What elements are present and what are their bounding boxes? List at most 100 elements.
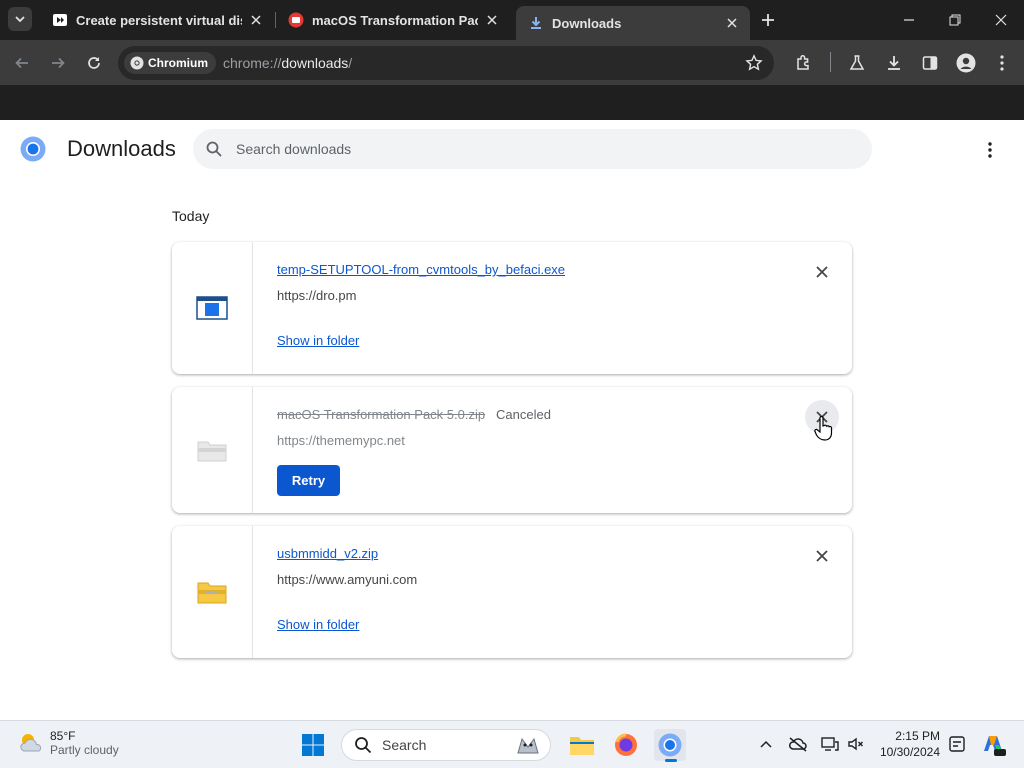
retry-button[interactable]: Retry	[277, 465, 340, 496]
show-hidden-icons-button[interactable]	[755, 733, 777, 755]
network-tray-icon[interactable]	[819, 733, 841, 755]
download-icon	[888, 56, 900, 70]
side-panel-icon	[922, 56, 938, 70]
url-path: /	[348, 55, 353, 71]
site-icon	[288, 12, 304, 28]
browser-menu-button[interactable]	[991, 52, 1013, 74]
weather-desc: Partly cloudy	[50, 743, 119, 757]
taskbar-search[interactable]: Search	[341, 729, 551, 761]
minimize-button[interactable]	[897, 8, 921, 32]
plus-icon	[762, 14, 774, 26]
date-section-label: Today	[172, 208, 210, 224]
close-tab-icon[interactable]	[484, 12, 500, 28]
download-filename: macOS Transformation Pack 5.0.zip	[277, 407, 486, 422]
windows-taskbar: 85°F Partly cloudy Search 2:15 PM 10/30/…	[0, 720, 1024, 768]
zip-folder-icon	[197, 582, 227, 604]
downloads-page: Downloads Today temp-SETUPTOOL-from_cvmt…	[0, 120, 1024, 720]
back-button[interactable]	[11, 52, 33, 74]
download-filename-link[interactable]: usbmmidd_v2.zip	[277, 546, 378, 561]
reload-icon	[88, 57, 100, 69]
search-input[interactable]	[236, 141, 836, 157]
search-box[interactable]	[193, 129, 872, 169]
file-icon-column	[172, 387, 253, 513]
show-in-folder-link[interactable]: Show in folder	[277, 617, 359, 632]
download-filename-link[interactable]: temp-SETUPTOOL-from_cvmtools_by_befaci.e…	[277, 262, 565, 277]
page-menu-button[interactable]	[978, 138, 1002, 162]
remove-download-button[interactable]	[805, 255, 839, 289]
copilot-icon[interactable]	[980, 731, 1006, 757]
taskbar-search-label: Search	[382, 737, 427, 753]
clock-date: 10/30/2024	[879, 745, 940, 759]
active-app-indicator	[665, 759, 677, 762]
url-host: downloads	[281, 55, 349, 71]
profile-button[interactable]	[955, 52, 977, 74]
chromium-icon	[658, 733, 682, 757]
avatar-icon	[956, 53, 976, 73]
zip-icon	[197, 441, 227, 462]
file-explorer-button[interactable]	[566, 729, 598, 761]
tab-title: Create persistent virtual displa	[76, 12, 242, 28]
onedrive-tray-icon[interactable]	[787, 733, 809, 755]
new-tab-button[interactable]	[758, 10, 778, 30]
chromium-taskbar-button[interactable]	[654, 729, 686, 762]
download-source-url: https://thememypc.net	[277, 433, 405, 448]
page-title: Downloads	[67, 136, 176, 161]
chromium-icon	[130, 56, 144, 70]
exe-icon	[196, 296, 228, 320]
search-icon	[206, 141, 222, 157]
site-info-chip[interactable]: Chromium	[124, 52, 216, 74]
download-item: temp-SETUPTOOL-from_cvmtools_by_befaci.e…	[172, 242, 852, 374]
file-icon-column	[172, 526, 253, 658]
bookmark-star-button[interactable]	[743, 52, 765, 74]
search-icon	[355, 737, 372, 754]
downloads-button[interactable]	[883, 52, 905, 74]
remove-download-button[interactable]	[805, 539, 839, 573]
chevron-up-icon	[760, 740, 772, 748]
close-window-button[interactable]	[989, 8, 1013, 32]
address-bar[interactable]	[118, 46, 774, 80]
url-text[interactable]: chrome://downloads/	[223, 55, 352, 71]
show-in-folder-link[interactable]: Show in folder	[277, 333, 359, 348]
puzzle-icon	[797, 54, 809, 70]
system-clock[interactable]: 2:15 PM 10/30/2024	[874, 728, 940, 760]
firefox-button[interactable]	[610, 729, 642, 761]
partly-cloudy-icon	[20, 734, 42, 752]
close-tab-icon[interactable]	[724, 15, 740, 31]
extensions-button[interactable]	[793, 52, 815, 74]
tab-macos-pack[interactable]: macOS Transformation Pack 5.	[276, 4, 510, 36]
forward-button[interactable]	[47, 52, 69, 74]
tab-downloads[interactable]: Downloads	[516, 6, 750, 40]
chromium-logo-icon	[20, 136, 46, 162]
file-icon-column	[172, 242, 253, 374]
start-button[interactable]	[297, 729, 329, 761]
kebab-menu-icon	[988, 142, 992, 158]
close-icon	[816, 550, 828, 562]
tab-virtual-display[interactable]: Create persistent virtual displa	[40, 4, 274, 36]
toolbar-divider	[830, 52, 831, 72]
volume-muted-tray-icon[interactable]	[845, 733, 867, 755]
bookmark-bar	[0, 85, 1024, 120]
download-item: usbmmidd_v2.zip https://www.amyuni.com S…	[172, 526, 852, 658]
labs-button[interactable]	[846, 52, 868, 74]
weather-temp: 85°F	[50, 729, 76, 743]
download-icon	[528, 15, 544, 31]
firefox-icon	[615, 733, 637, 756]
weather-widget[interactable]: 85°F Partly cloudy	[18, 729, 119, 757]
minimize-icon	[904, 19, 914, 21]
arrow-right-icon	[52, 57, 65, 69]
url-scheme: chrome://	[223, 55, 282, 71]
restore-button[interactable]	[943, 8, 967, 32]
chip-label: Chromium	[148, 56, 208, 70]
tab-title: Downloads	[552, 15, 622, 31]
close-tab-icon[interactable]	[248, 12, 264, 28]
close-icon	[816, 266, 828, 278]
side-panel-button[interactable]	[919, 52, 941, 74]
tab-search-button[interactable]	[8, 7, 32, 31]
reload-button[interactable]	[83, 52, 105, 74]
close-icon	[995, 14, 1007, 26]
chevron-down-icon	[15, 16, 25, 22]
folder-icon	[570, 737, 594, 755]
notifications-tray-icon[interactable]	[946, 733, 968, 755]
arrow-left-icon	[15, 57, 28, 69]
windows-logo-icon	[302, 734, 324, 756]
